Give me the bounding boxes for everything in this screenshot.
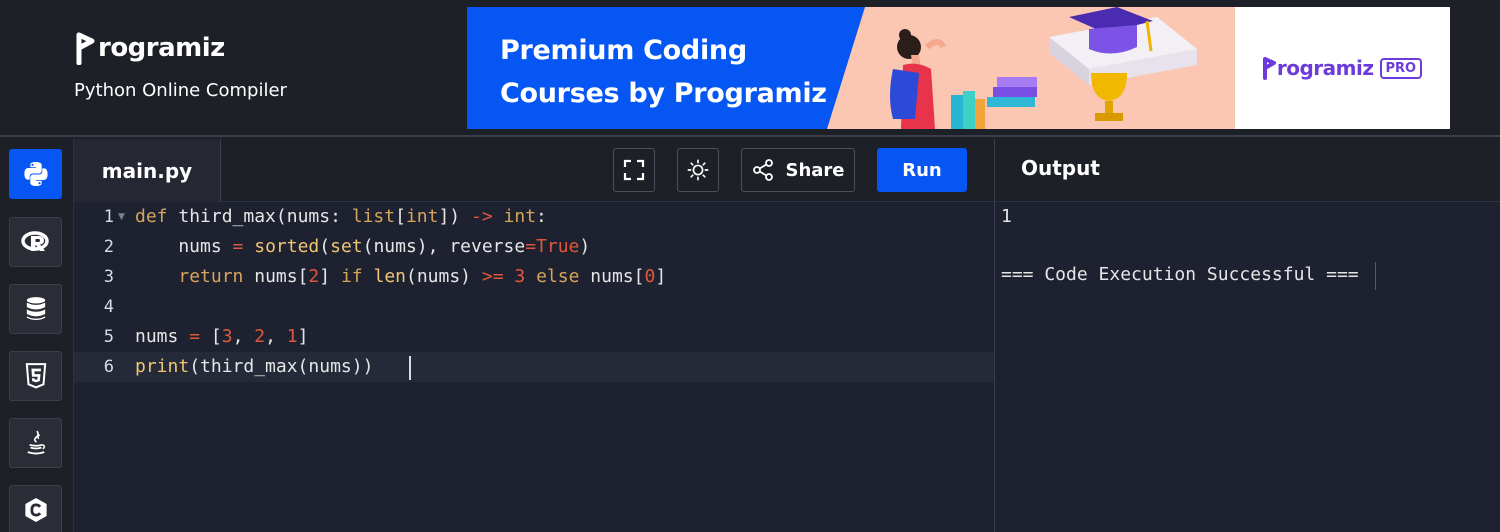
output-line: === Code Execution Successful ===	[1001, 264, 1359, 285]
output-title: Output	[1021, 156, 1100, 180]
sidebar-item-r[interactable]	[9, 217, 62, 267]
sidebar-item-c[interactable]	[9, 485, 62, 532]
sidebar-item-java[interactable]	[9, 418, 62, 468]
line-number: 2	[103, 237, 114, 257]
sidebar-item-python[interactable]	[9, 149, 62, 199]
editor-toolbar: main.py Share Run	[74, 139, 994, 202]
code-text: nums = sorted(set(nums), reverse=True)	[135, 236, 591, 257]
line-number: 1	[103, 207, 114, 227]
code-text: nums = [3, 2, 1]	[135, 326, 309, 347]
banner-illustration	[827, 7, 1237, 129]
line-number: 3	[103, 267, 114, 287]
share-icon	[753, 159, 774, 181]
pro-badge: PRO	[1379, 57, 1423, 79]
banner-line-1: Premium Coding	[500, 35, 747, 66]
share-button[interactable]: Share	[741, 148, 855, 192]
code-line: 3 return nums[2] if len(nums) >= 3 else …	[74, 262, 994, 292]
code-text: print(third_max(nums))	[135, 356, 374, 377]
programiz-pro-logo: rogramiz PRO	[1262, 56, 1423, 80]
programiz-logo[interactable]: rogramiz	[76, 28, 225, 68]
page-subtitle: Python Online Compiler	[74, 80, 287, 101]
run-button[interactable]: Run	[877, 148, 967, 192]
banner-headline: Premium Coding Courses by Programiz	[500, 29, 860, 115]
text-cursor	[409, 356, 411, 380]
output-cursor	[1375, 262, 1376, 290]
code-text: def third_max(nums: list[int]) -> int:	[135, 206, 547, 227]
theme-toggle-button[interactable]	[677, 148, 719, 192]
programiz-logo-icon	[76, 32, 95, 65]
code-line: 4	[74, 292, 994, 322]
database-icon	[26, 297, 45, 320]
line-number: 4	[103, 297, 114, 317]
python-icon	[23, 162, 48, 186]
fullscreen-button[interactable]	[613, 148, 655, 192]
sidebar-item-html[interactable]	[9, 351, 62, 401]
sidebar-item-sql[interactable]	[9, 284, 62, 334]
r-icon	[20, 231, 49, 251]
line-number: 5	[103, 327, 114, 347]
output-header: Output	[994, 139, 1500, 202]
sun-icon	[687, 159, 709, 181]
header: rogramiz Python Online Compiler Premium …	[0, 0, 1500, 137]
logo-text: rogramiz	[98, 33, 225, 63]
output-line: 1	[1001, 206, 1012, 227]
java-icon	[26, 430, 45, 455]
line-number: 6	[103, 357, 114, 377]
language-sidebar	[0, 139, 74, 532]
banner-line-2: Courses by Programiz	[500, 78, 827, 109]
code-line-active: 6 print(third_max(nums))	[74, 352, 994, 382]
banner-pro-panel: rogramiz PRO	[1235, 7, 1450, 129]
html5-icon	[25, 363, 46, 389]
code-editor[interactable]: 1 ▼ def third_max(nums: list[int]) -> in…	[74, 202, 994, 532]
fold-arrow-icon[interactable]: ▼	[118, 202, 125, 232]
code-text: return nums[2] if len(nums) >= 3 else nu…	[178, 266, 667, 287]
tab-main-py[interactable]: main.py	[74, 139, 221, 202]
output-panel[interactable]: 1 === Code Execution Successful ===	[994, 202, 1500, 532]
code-line: 1 ▼ def third_max(nums: list[int]) -> in…	[74, 202, 994, 232]
programiz-pro-logo-icon	[1262, 57, 1276, 80]
share-label: Share	[785, 159, 845, 181]
fullscreen-icon	[623, 159, 645, 181]
c-icon	[24, 498, 47, 522]
code-line: 2 nums = sorted(set(nums), reverse=True)	[74, 232, 994, 262]
code-line: 5 nums = [3, 2, 1]	[74, 322, 994, 352]
promo-banner[interactable]: Premium Coding Courses by Programiz rogr…	[467, 7, 1450, 129]
pro-logo-text: rogramiz	[1276, 56, 1374, 80]
